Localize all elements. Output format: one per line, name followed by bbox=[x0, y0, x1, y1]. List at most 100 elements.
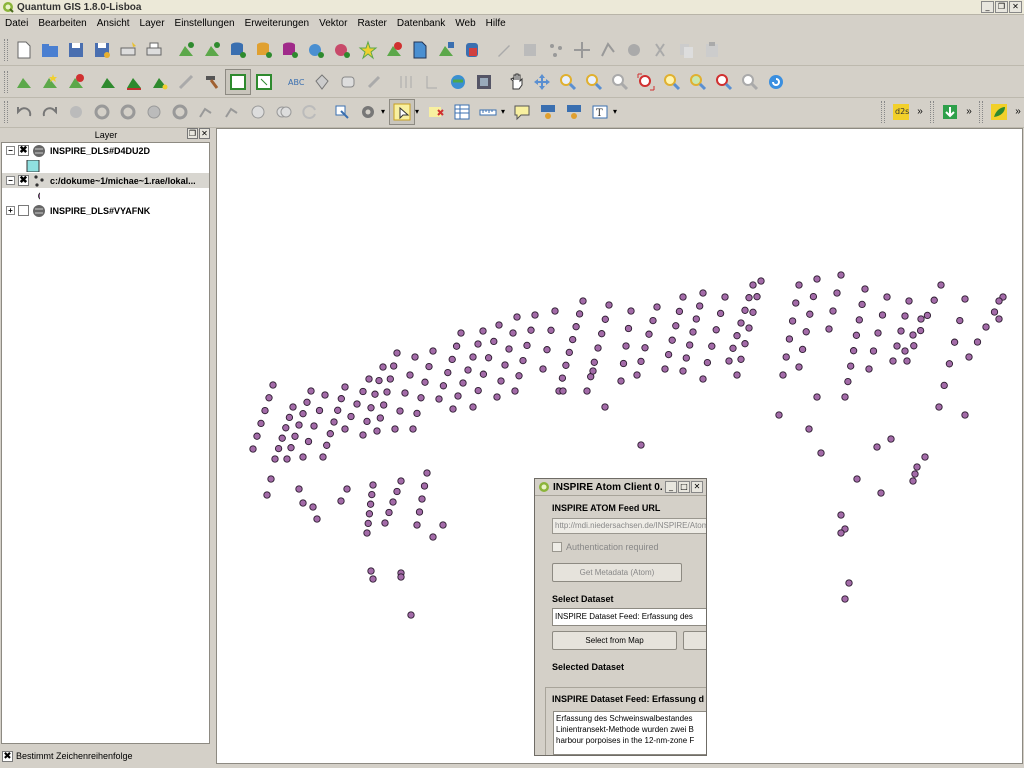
home-view-icon[interactable] bbox=[561, 99, 587, 125]
merge-features-icon[interactable] bbox=[271, 99, 297, 125]
spelling-icon[interactable]: ABC bbox=[283, 69, 309, 95]
menu-layer[interactable]: Layer bbox=[135, 16, 170, 32]
auth-required-checkbox[interactable]: Authentication required bbox=[552, 539, 706, 555]
add-ring-icon[interactable] bbox=[89, 99, 115, 125]
menu-datenbank[interactable]: Datenbank bbox=[392, 16, 450, 32]
add-mssql-layer-icon[interactable] bbox=[277, 37, 303, 63]
delete-ring-icon[interactable] bbox=[167, 99, 193, 125]
georeferencer-icon[interactable] bbox=[393, 69, 419, 95]
layer-item[interactable]: − ✖ INSPIRE_DLS#D4DU2D bbox=[2, 143, 209, 158]
add-wcs-layer-icon[interactable] bbox=[329, 37, 355, 63]
restore-button[interactable]: ❐ bbox=[995, 1, 1008, 13]
interpolation-icon[interactable] bbox=[419, 69, 445, 95]
dialog-maximize-button[interactable]: □ bbox=[678, 481, 690, 493]
chevron-down-icon[interactable]: ▾ bbox=[381, 107, 389, 116]
map-tips-home-icon[interactable] bbox=[535, 99, 561, 125]
add-spatialite-layer-icon[interactable] bbox=[251, 37, 277, 63]
dataset-select[interactable]: INSPIRE Dataset Feed: Erfassung des bbox=[552, 608, 706, 626]
toolbar-overflow-chevron[interactable]: » bbox=[914, 106, 926, 117]
minimize-button[interactable]: _ bbox=[981, 1, 994, 13]
add-point-icon[interactable] bbox=[543, 37, 569, 63]
open-attribute-table-icon[interactable] bbox=[449, 99, 475, 125]
show-bookmarks-icon[interactable] bbox=[63, 69, 89, 95]
toolbar-overflow-chevron[interactable]: » bbox=[1012, 106, 1024, 117]
node-tool-icon[interactable] bbox=[595, 37, 621, 63]
zoom-full-icon[interactable] bbox=[633, 69, 659, 95]
save-edits-icon[interactable] bbox=[517, 37, 543, 63]
add-wms-layer-icon[interactable] bbox=[303, 37, 329, 63]
secondary-button[interactable] bbox=[683, 631, 706, 650]
pin-labels-icon[interactable] bbox=[309, 69, 335, 95]
identify-icon[interactable] bbox=[329, 99, 355, 125]
raster-calculator-icon[interactable] bbox=[471, 69, 497, 95]
print-composer-icon[interactable] bbox=[115, 37, 141, 63]
dataset-description-text[interactable]: Erfassung des Schweinswalbestandes Linie… bbox=[553, 711, 706, 755]
openlayers-icon[interactable] bbox=[445, 69, 471, 95]
menu-ansicht[interactable]: Ansicht bbox=[92, 16, 135, 32]
measure-line-icon[interactable] bbox=[475, 99, 501, 125]
draw-order-checkbox[interactable]: ✖ bbox=[2, 750, 13, 762]
delete-selected-icon[interactable] bbox=[621, 37, 647, 63]
layer-visibility-checkbox[interactable]: ✖ bbox=[18, 145, 29, 156]
layer-style-icon[interactable] bbox=[121, 69, 147, 95]
layer-labels-icon[interactable] bbox=[147, 69, 173, 95]
add-vector-layer-icon[interactable] bbox=[173, 37, 199, 63]
save-project-icon[interactable] bbox=[63, 37, 89, 63]
dialog-close-button[interactable]: ✕ bbox=[691, 481, 703, 493]
menu-datei[interactable]: Datei bbox=[0, 16, 33, 32]
rotate-point-icon[interactable] bbox=[297, 99, 323, 125]
python-console-icon[interactable] bbox=[459, 37, 485, 63]
download-plugin-icon[interactable] bbox=[937, 99, 963, 125]
print-icon[interactable] bbox=[141, 37, 167, 63]
collapse-toggle[interactable]: − bbox=[6, 146, 15, 155]
map-tips-icon[interactable] bbox=[11, 69, 37, 95]
menu-web[interactable]: Web bbox=[450, 16, 480, 32]
deselect-icon[interactable] bbox=[423, 99, 449, 125]
close-button[interactable]: ✕ bbox=[1009, 1, 1022, 13]
layer-visibility-checkbox[interactable] bbox=[18, 205, 29, 216]
expand-toggle[interactable]: + bbox=[6, 206, 15, 215]
zoom-in-icon[interactable] bbox=[555, 69, 581, 95]
remove-layer-icon[interactable] bbox=[381, 37, 407, 63]
hammer-tool-icon[interactable] bbox=[199, 69, 225, 95]
redo-icon[interactable] bbox=[37, 99, 63, 125]
get-metadata-button[interactable]: Get Metadata (Atom) bbox=[552, 563, 682, 582]
zoom-last-icon[interactable] bbox=[711, 69, 737, 95]
refresh-icon[interactable] bbox=[763, 69, 789, 95]
simplify-feature-icon[interactable] bbox=[63, 99, 89, 125]
d2s-plugin-icon[interactable]: d2s bbox=[888, 99, 914, 125]
feed-url-input[interactable]: http://mdi.niedersachsen.de/INSPIRE/Atom bbox=[552, 518, 706, 534]
zoom-next-icon[interactable] bbox=[737, 69, 763, 95]
settings-gear-icon[interactable] bbox=[355, 99, 381, 125]
menu-raster[interactable]: Raster bbox=[352, 16, 391, 32]
checkbox-box[interactable] bbox=[552, 542, 562, 552]
move-feature-icon[interactable] bbox=[569, 37, 595, 63]
toolbar-overflow-chevron[interactable]: » bbox=[963, 106, 975, 117]
chevron-down-icon[interactable]: ▾ bbox=[613, 107, 621, 116]
menu-erweiterungen[interactable]: Erweiterungen bbox=[240, 16, 314, 32]
toolbar-handle[interactable] bbox=[979, 100, 983, 123]
zoom-selection-icon[interactable] bbox=[659, 69, 685, 95]
pan-to-selection-icon[interactable] bbox=[529, 69, 555, 95]
new-bookmark-icon[interactable] bbox=[37, 69, 63, 95]
fill-ring-icon[interactable] bbox=[141, 99, 167, 125]
cut-features-icon[interactable] bbox=[647, 37, 673, 63]
select-features-icon[interactable] bbox=[389, 98, 415, 125]
menu-vektor[interactable]: Vektor bbox=[314, 16, 352, 32]
undo-icon[interactable] bbox=[11, 99, 37, 125]
chevron-down-icon[interactable]: ▾ bbox=[415, 107, 423, 116]
add-raster-layer-icon[interactable] bbox=[199, 37, 225, 63]
add-wfs-layer-icon[interactable] bbox=[433, 37, 459, 63]
zoom-layer-icon[interactable] bbox=[685, 69, 711, 95]
chevron-down-icon[interactable]: ▾ bbox=[501, 107, 509, 116]
collapse-toggle[interactable]: − bbox=[6, 176, 15, 185]
zoom-out-icon[interactable] bbox=[581, 69, 607, 95]
panel-float-button[interactable]: ❐ bbox=[187, 128, 198, 139]
toggle-editing-icon[interactable] bbox=[491, 37, 517, 63]
gps-tools-icon[interactable] bbox=[173, 69, 199, 95]
menu-hilfe[interactable]: Hilfe bbox=[481, 16, 511, 32]
select-from-map-button[interactable]: Select from Map bbox=[552, 631, 678, 650]
paste-features-icon[interactable] bbox=[699, 37, 725, 63]
add-part-icon[interactable] bbox=[115, 99, 141, 125]
dialog-minimize-button[interactable]: _ bbox=[665, 481, 677, 493]
